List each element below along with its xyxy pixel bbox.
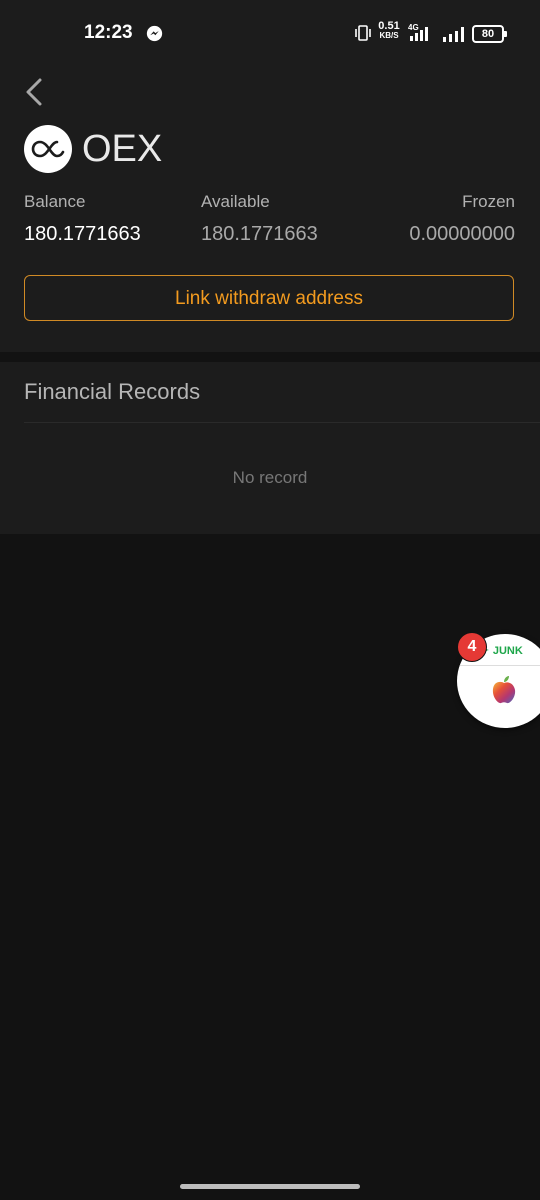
available-label: Available — [201, 192, 270, 211]
frozen-label: Frozen — [462, 192, 515, 211]
apple-icon — [492, 676, 516, 704]
net-speed-unit: KB/S — [379, 31, 399, 40]
coin-name: OEX — [82, 128, 163, 170]
screen: 12:23 0.51 KB/S 4G 80 OEX Balance Availa… — [0, 0, 540, 1200]
bubble-brand-right: JUNK — [492, 645, 523, 657]
balance-label: Balance — [24, 192, 86, 211]
vibrate-icon — [355, 25, 371, 41]
bubble-divider — [457, 665, 540, 666]
link-withdraw-address-button[interactable]: Link withdraw address — [24, 275, 514, 321]
home-indicator[interactable] — [180, 1184, 360, 1189]
empty-records-text: No record — [232, 468, 308, 487]
net-speed-value: 0.51 — [378, 20, 400, 32]
frozen-value: 0.00000000 — [409, 223, 515, 245]
messenger-icon — [146, 25, 163, 42]
asset-summary: OEX Balance Available Frozen 180.1771663… — [0, 68, 540, 352]
financial-records-section: Financial Records No record — [0, 362, 540, 534]
network-type-text: 4G — [408, 23, 419, 32]
oex-logo-icon — [24, 125, 72, 173]
balance-value: 180.1771663 — [24, 223, 141, 245]
net-speed: 0.51 KB/S — [375, 21, 403, 41]
back-button[interactable] — [20, 72, 50, 112]
signal-icon — [443, 27, 464, 42]
notification-badge: 4 — [457, 632, 487, 662]
financial-records-title: Financial Records — [24, 379, 201, 404]
status-time: 12:23 — [84, 22, 133, 43]
records-divider — [24, 422, 540, 423]
lte-signal-icon: 4G — [408, 23, 428, 41]
available-value: 180.1771663 — [201, 223, 318, 245]
battery-icon: 80 — [472, 25, 507, 43]
status-bar: 12:23 0.51 KB/S 4G 80 — [0, 0, 540, 68]
